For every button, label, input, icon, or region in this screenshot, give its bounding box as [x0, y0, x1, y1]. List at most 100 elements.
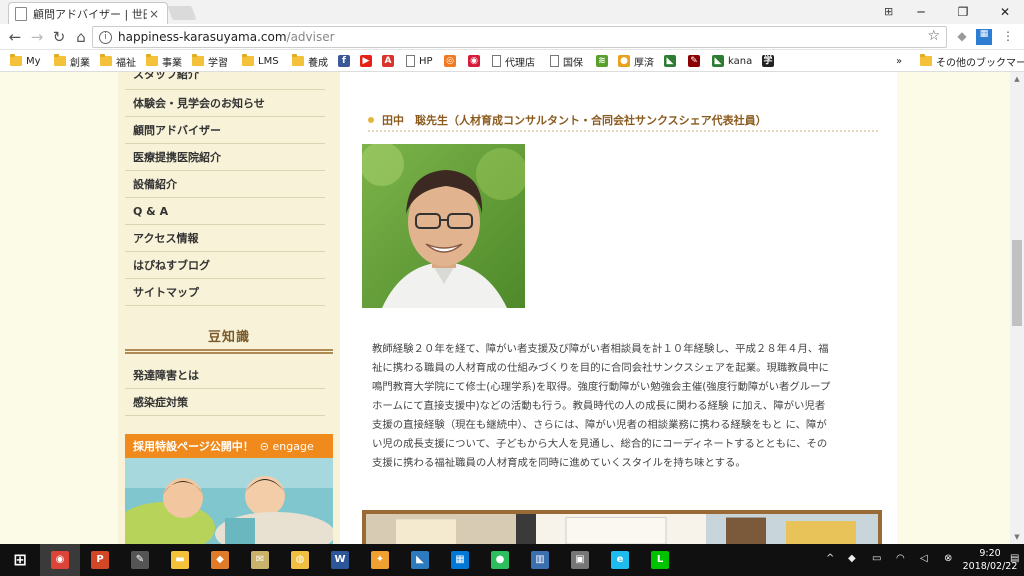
taskbar-app[interactable]: P [80, 544, 120, 576]
tab-close-icon[interactable]: × [147, 7, 161, 21]
recruit-banner-band: 採用特設ページ公開中！ ⊝ engage [125, 434, 333, 458]
bookmark-item[interactable]: ◎ [444, 53, 460, 69]
children-photo [125, 458, 333, 544]
scroll-up-arrow-icon[interactable]: ▲ [1010, 72, 1024, 86]
folder-icon [146, 54, 158, 66]
taskbar-app[interactable]: ✉ [240, 544, 280, 576]
bookmark-item[interactable]: ● 厚済 [618, 53, 654, 69]
home-icon[interactable]: ⌂ [72, 28, 90, 46]
bookmark-label: My [26, 55, 41, 67]
taskbar-app[interactable]: e [600, 544, 640, 576]
taskbar-app[interactable]: ▣ [560, 544, 600, 576]
scroll-down-arrow-icon[interactable]: ▼ [1010, 530, 1024, 544]
taskbar-app[interactable]: ✦ [360, 544, 400, 576]
site-info-icon[interactable]: i [99, 30, 112, 44]
profile-extension-icon[interactable]: ⊞ [884, 5, 898, 19]
tips-divider [125, 349, 333, 354]
bookmark-item[interactable]: ✎ [688, 53, 704, 69]
sidebar-item-staff[interactable]: スタッフ紹介 [125, 72, 325, 90]
adviser-biography: 教師経験２０年を経て、障がい者支援及び障がい者相談員を計１０年経験し、平成２８年… [372, 343, 831, 469]
grid-extension-icon[interactable]: ▦ [976, 29, 992, 45]
url-host: happiness-karasuyama.com [118, 30, 287, 44]
notifications-icon[interactable]: ▤ [1010, 553, 1019, 564]
adviser-portrait-photo [362, 144, 525, 308]
bookmark-label: 創業 [70, 57, 90, 69]
chrome-icon: ◉ [51, 551, 69, 569]
taskbar-app[interactable]: ◆ [200, 544, 240, 576]
dropbox-tray-icon[interactable]: ◆ [848, 553, 856, 564]
sidebar-item-trial-events[interactable]: 体験会・見学会のお知らせ [125, 90, 325, 117]
bookmark-item[interactable]: ▶ [360, 53, 376, 69]
bookmark-item[interactable]: 福祉 [100, 53, 136, 69]
sidebar-item-infection-control[interactable]: 感染症対策 [125, 389, 325, 416]
tab-title: 顧問アドバイザー | 世田谷区 [33, 7, 147, 21]
close-window-button[interactable]: ✕ [984, 5, 1024, 19]
volume-icon[interactable]: ◁ [920, 553, 928, 564]
forward-arrow-icon[interactable]: → [28, 28, 46, 46]
bookmark-item[interactable]: My [10, 53, 41, 69]
bookmark-label: 養成 [308, 57, 328, 69]
taskbar-app[interactable]: ◣ [400, 544, 440, 576]
bookmark-item[interactable]: f [338, 53, 354, 69]
sidebar-item-facilities[interactable]: 設備紹介 [125, 171, 325, 198]
bookmark-label: kana [728, 55, 753, 67]
folder-icon [54, 54, 66, 66]
wifi-icon[interactable]: ◠ [896, 553, 905, 564]
taskbar-app[interactable]: ◍ [280, 544, 320, 576]
sidebar-item-blog[interactable]: はぴねすブログ [125, 252, 325, 279]
address-bar[interactable]: i happiness-karasuyama.com /adviser ☆ [92, 26, 947, 48]
taskbar-app[interactable]: ◉ [40, 544, 80, 576]
new-tab-button[interactable] [167, 6, 197, 20]
sidebar-item-access[interactable]: アクセス情報 [125, 225, 325, 252]
taskbar-app[interactable]: ● [480, 544, 520, 576]
taskbar-app[interactable]: ▥ [520, 544, 560, 576]
restore-button[interactable]: ❐ [942, 5, 984, 19]
other-bookmarks-folder[interactable]: その他のブックマーク [920, 53, 1024, 69]
battery-icon[interactable]: ▭ [872, 553, 881, 564]
bookmark-item[interactable]: ≋ [596, 53, 612, 69]
bookmark-item[interactable]: ◣ kana [712, 53, 752, 69]
bookmark-item[interactable]: 養成 [292, 53, 328, 69]
bookmark-item[interactable]: 事業 [146, 53, 182, 69]
engage-brand: engage [272, 439, 314, 453]
taskbar-app[interactable]: W [320, 544, 360, 576]
taskbar-app[interactable]: ✎ [120, 544, 160, 576]
bookmarks-overflow-button[interactable]: » [896, 53, 902, 69]
sidebar-item-medical-partners[interactable]: 医療提携医院紹介 [125, 144, 325, 171]
bookmark-star-icon[interactable]: ☆ [927, 28, 940, 44]
bookmark-item[interactable]: 代理店 [492, 53, 535, 69]
dropbox-extension-icon[interactable]: ◆ [954, 29, 970, 45]
taskbar-app[interactable]: L [640, 544, 680, 576]
tray-overflow-chevron-icon[interactable]: ^ [826, 553, 834, 564]
recruit-banner-text: 採用特設ページ公開中！ [133, 440, 254, 453]
bookmark-item[interactable]: 学習 [192, 53, 228, 69]
tool-icon: ✎ [688, 55, 700, 67]
reload-icon[interactable]: ↻ [50, 28, 68, 46]
sidebar-item-developmental-disorder[interactable]: 発達障害とは [125, 362, 325, 389]
bookmark-item[interactable]: ◣ [664, 53, 680, 69]
bookmark-item[interactable]: 創業 [54, 53, 90, 69]
back-arrow-icon[interactable]: ← [6, 28, 24, 46]
taskbar-app[interactable]: ▬ [160, 544, 200, 576]
scrollbar-thumb[interactable] [1012, 240, 1022, 326]
chrome-menu-icon[interactable]: ⋮ [1000, 29, 1016, 45]
bookmark-item[interactable]: HP [406, 53, 433, 69]
taskbar-app[interactable]: ▦ [440, 544, 480, 576]
bookmarks-bar: My 創業 福祉 事業 学習 LMS 養成 f ▶ A HP ◎ ◉ 代理店 国保 ≋ ● 厚済 ◣ ✎ ◣ kana 学 »… [0, 50, 1024, 72]
bookmark-item[interactable]: A [382, 53, 398, 69]
minimize-button[interactable]: ─ [900, 5, 942, 19]
page-scrollbar[interactable]: ▲ ▼ [1010, 72, 1024, 544]
browser-tab[interactable]: 顧問アドバイザー | 世田谷区 × [8, 2, 168, 24]
disc-app-icon: ◍ [291, 551, 309, 569]
recruit-banner[interactable]: 採用特設ページ公開中！ ⊝ engage [125, 434, 333, 544]
bookmark-item[interactable]: 学 [762, 53, 778, 69]
evernote-icon: ● [491, 551, 509, 569]
sidebar-item-qa[interactable]: Q & A [125, 198, 325, 225]
bookmark-item[interactable]: ◉ [468, 53, 484, 69]
bookmark-item[interactable]: LMS [242, 53, 279, 69]
tray-close-icon[interactable]: ⊗ [944, 553, 952, 564]
bookmark-item[interactable]: 国保 [550, 53, 583, 69]
taskbar-app[interactable]: ⊞ [0, 544, 40, 576]
sidebar-item-sitemap[interactable]: サイトマップ [125, 279, 325, 306]
sidebar-item-adviser[interactable]: 顧問アドバイザー [125, 117, 325, 144]
